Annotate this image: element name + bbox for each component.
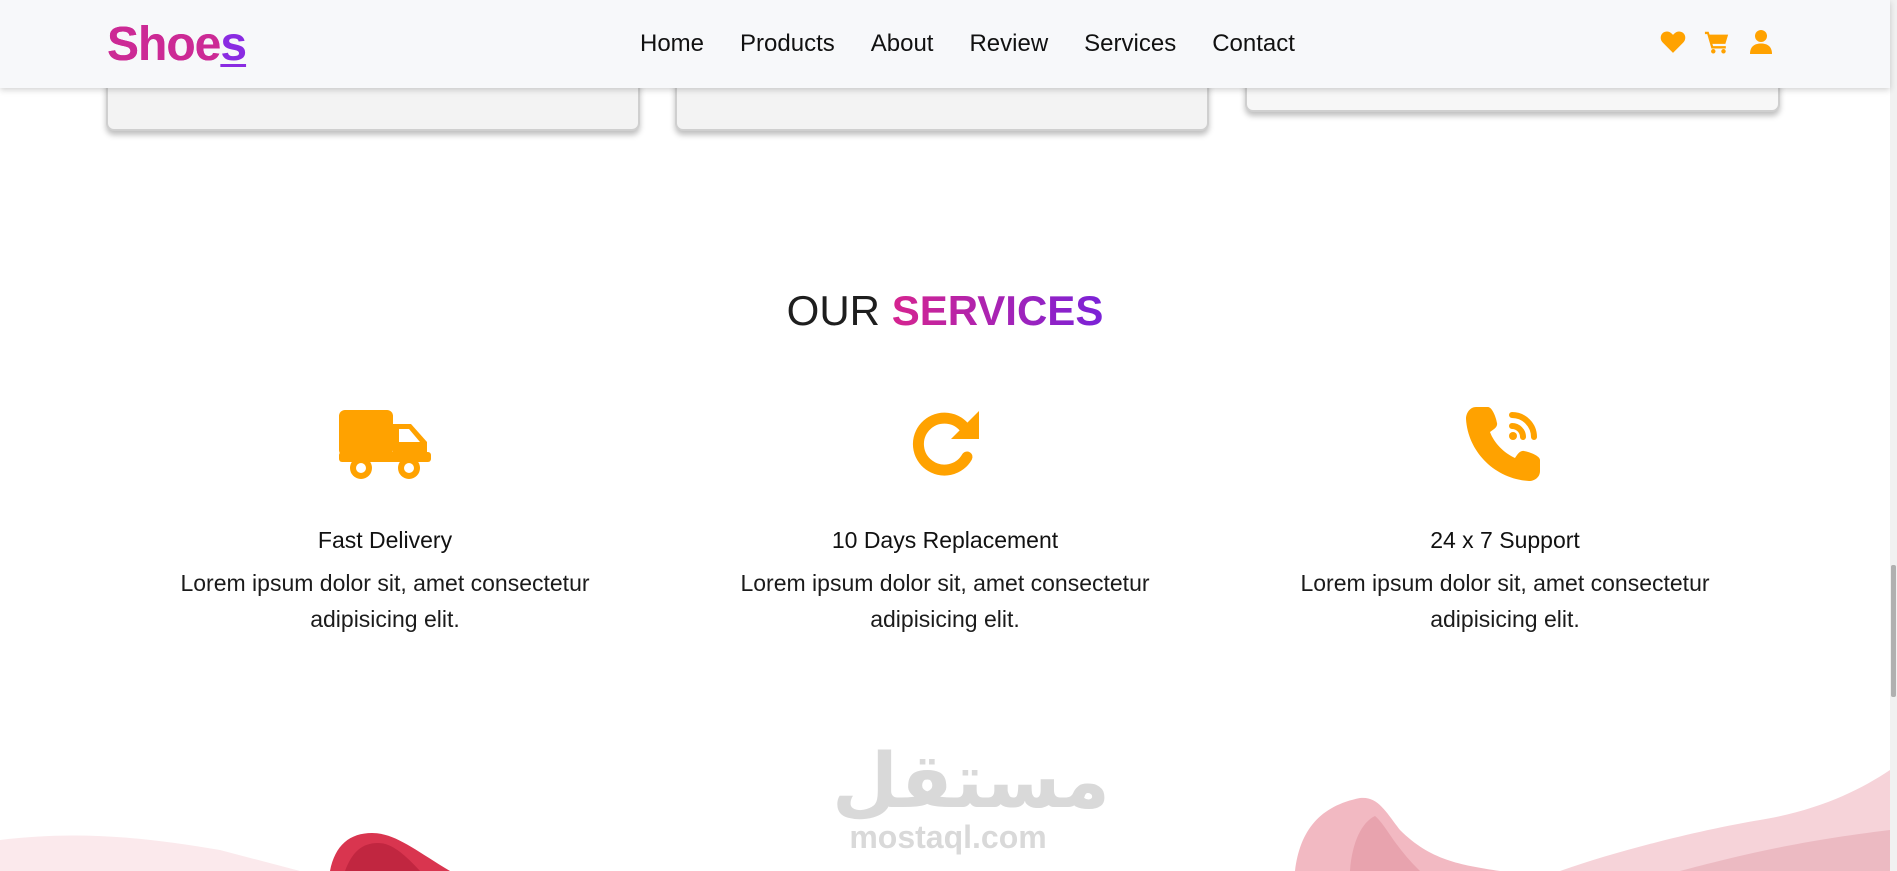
service-text: Lorem ipsum dolor sit, amet consectetur … <box>1300 570 1710 632</box>
scrollbar-thumb[interactable] <box>1891 565 1896 697</box>
watermark-logo: مستقل mostaql.com <box>832 736 1110 855</box>
service-title: 24 x 7 Support <box>1430 527 1580 553</box>
services-grid: Fast Delivery Lorem ipsum dolor sit, ame… <box>105 405 1785 637</box>
page-scrollbar[interactable] <box>1890 0 1897 871</box>
service-text: Lorem ipsum dolor sit, amet consectetur … <box>180 570 590 632</box>
service-card: Fast Delivery Lorem ipsum dolor sit, ame… <box>105 405 665 637</box>
heart-icon[interactable] <box>1660 28 1686 56</box>
refresh-icon <box>665 405 1225 483</box>
nav-review[interactable]: Review <box>969 29 1048 59</box>
nav-about[interactable]: About <box>871 29 934 59</box>
service-text: Lorem ipsum dolor sit, amet consectetur … <box>740 570 1150 632</box>
logo[interactable]: Shoes <box>107 16 247 74</box>
service-card: 24 x 7 Support Lorem ipsum dolor sit, am… <box>1225 405 1785 637</box>
phone-icon <box>1225 405 1785 483</box>
nav-products[interactable]: Products <box>740 29 835 59</box>
nav-services[interactable]: Services <box>1084 29 1176 59</box>
services-title: OUR SERVICES <box>0 283 1890 339</box>
services-title-accent: SERVICES <box>891 287 1104 334</box>
services-title-plain: OUR <box>786 287 881 334</box>
watermark-arabic: مستقل <box>832 736 1110 825</box>
main-nav: Home Products About Review Services Cont… <box>640 0 1331 88</box>
service-title: 10 Days Replacement <box>831 527 1059 553</box>
service-title: Fast Delivery <box>317 527 453 553</box>
header-icons <box>1660 28 1774 56</box>
truck-icon <box>105 405 665 483</box>
logo-text-main: Shoe <box>107 18 221 71</box>
nav-contact[interactable]: Contact <box>1212 29 1295 59</box>
site-header: Shoes Home Products About Review Service… <box>0 0 1890 88</box>
logo-text-last: s <box>220 18 247 71</box>
nav-home[interactable]: Home <box>640 29 704 59</box>
cart-icon[interactable] <box>1704 28 1730 56</box>
watermark-latin: mostaql.com <box>849 819 1047 855</box>
user-icon[interactable] <box>1748 28 1774 56</box>
service-card: 10 Days Replacement Lorem ipsum dolor si… <box>665 405 1225 637</box>
